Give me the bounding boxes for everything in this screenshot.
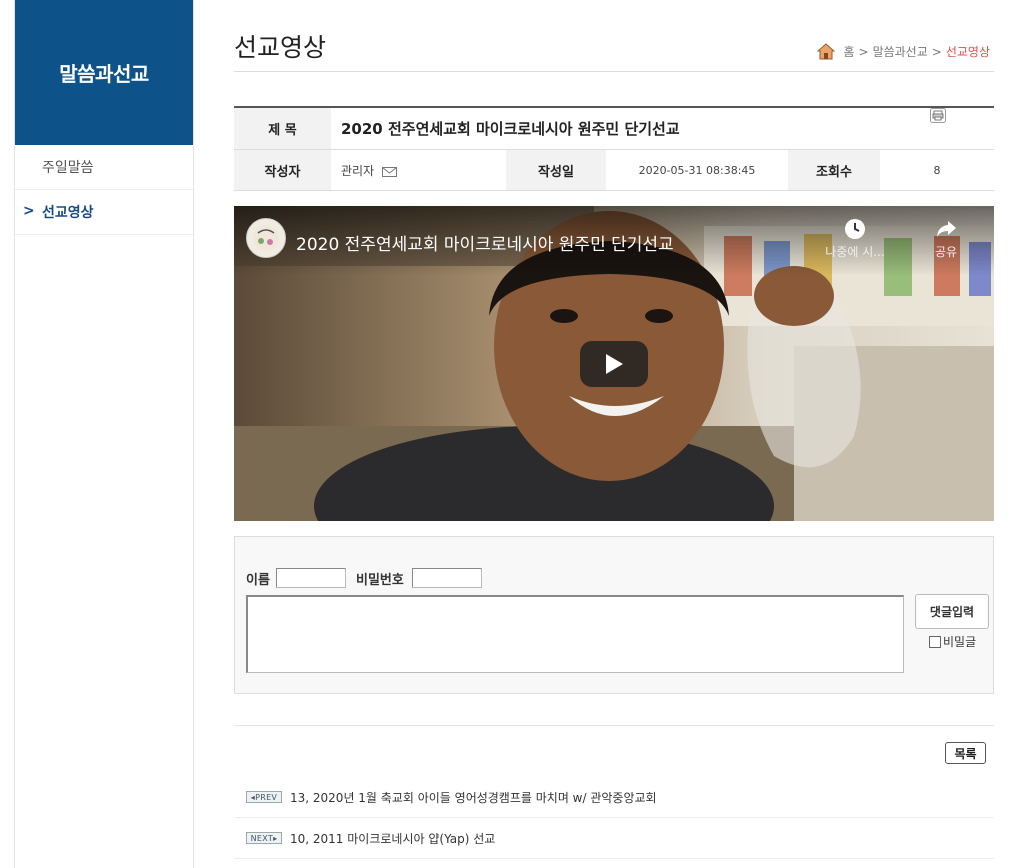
views-label: 조회수 (788, 150, 880, 190)
comment-submit-button[interactable]: 댓글입력 (915, 594, 989, 629)
name-input[interactable] (276, 568, 346, 588)
secret-label: 비밀글 (943, 635, 977, 649)
comment-textarea[interactable] (246, 595, 904, 673)
prev-post-title[interactable]: 13, 2020년 1월 축교회 아이들 영어성경캠프를 마치며 w/ 관악중앙… (290, 789, 657, 806)
subject-label: 제 목 (234, 108, 331, 149)
chevron-right-icon: > (23, 203, 35, 219)
prev-post-link[interactable]: ◂ PREV 13, 2020년 1월 축교회 아이들 영어성경캠프를 마치며 w… (234, 777, 994, 818)
breadcrumb-section[interactable]: 말씀과선교 (873, 43, 928, 60)
play-button[interactable] (580, 341, 648, 387)
subject-row: 제 목 2020 전주연세교회 마이크로네시아 원주민 단기선교 (234, 108, 994, 150)
post-views: 8 (933, 163, 941, 177)
watch-later-label: 나중에 시... (825, 245, 885, 259)
channel-logo-icon (253, 225, 279, 251)
sidebar-item-label: 주일말씀 (42, 160, 94, 176)
meta-row: 작성자 관리자 작성일 2020-05-31 08:38:45 조회수 8 (234, 150, 994, 191)
secret-checkbox-row[interactable]: 비밀글 (929, 633, 976, 650)
breadcrumb: 홈 > 말씀과선교 > 선교영상 (817, 43, 990, 60)
sidebar: 말씀과선교 주일말씀 > 선교영상 (14, 0, 194, 868)
post-date: 2020-05-31 08:38:45 (638, 163, 756, 177)
print-icon[interactable] (930, 108, 946, 123)
share-button[interactable]: 공유 (926, 218, 966, 260)
next-post-title[interactable]: 10, 2011 마이크로네시아 얍(Yap) 선교 (290, 830, 495, 847)
next-post-link[interactable]: NEXT ▸ 10, 2011 마이크로네시아 얍(Yap) 선교 (234, 818, 994, 859)
sidebar-title: 말씀과선교 (15, 0, 193, 145)
watch-later-button[interactable]: 나중에 시... (822, 218, 888, 260)
video-title[interactable]: 2020 전주연세교회 마이크로네시아 원주민 단기선교 (296, 230, 674, 255)
post-subject: 2020 전주연세교회 마이크로네시아 원주민 단기선교 (341, 120, 680, 138)
clock-icon (845, 219, 865, 239)
next-badge-label: NEXT (250, 833, 274, 843)
name-label: 이름 (246, 573, 270, 588)
video-player[interactable]: 2020 전주연세교회 마이크로네시아 원주민 단기선교 나중에 시... 공유 (234, 206, 994, 521)
sidebar-item-sunday-sermon[interactable]: 주일말씀 (15, 145, 193, 190)
password-label: 비밀번호 (356, 573, 404, 588)
sidebar-item-mission-video[interactable]: > 선교영상 (15, 190, 193, 235)
next-arrow-icon: ▸ (273, 833, 278, 843)
page-title: 선교영상 (234, 33, 327, 62)
secret-checkbox[interactable] (929, 635, 941, 648)
list-button[interactable]: 목록 (945, 742, 986, 764)
home-icon[interactable] (817, 43, 836, 60)
date-label: 작성일 (506, 150, 606, 190)
breadcrumb-separator: > (858, 44, 869, 59)
sidebar-item-label: 선교영상 (42, 205, 94, 221)
share-label: 공유 (934, 245, 958, 259)
divider (234, 71, 994, 72)
breadcrumb-current: 선교영상 (945, 45, 990, 59)
divider (234, 725, 994, 726)
play-icon (606, 354, 623, 374)
comment-form: 이름 비밀번호 댓글입력 비밀글 (234, 536, 994, 694)
post-author: 관리자 (341, 163, 375, 178)
breadcrumb-home[interactable]: 홈 (843, 43, 854, 60)
breadcrumb-separator: > (931, 44, 942, 59)
author-cell: 관리자 (331, 150, 506, 190)
post-info-table: 제 목 2020 전주연세교회 마이크로네시아 원주민 단기선교 작성자 관리자… (234, 106, 994, 191)
prev-badge-label: PREV (255, 792, 278, 802)
prev-badge: ◂ PREV (246, 791, 282, 803)
next-badge: NEXT ▸ (246, 832, 282, 844)
password-input[interactable] (412, 568, 482, 588)
share-icon (937, 221, 956, 237)
channel-avatar[interactable] (246, 218, 286, 258)
mail-icon[interactable] (382, 167, 398, 177)
author-label: 작성자 (234, 150, 331, 190)
